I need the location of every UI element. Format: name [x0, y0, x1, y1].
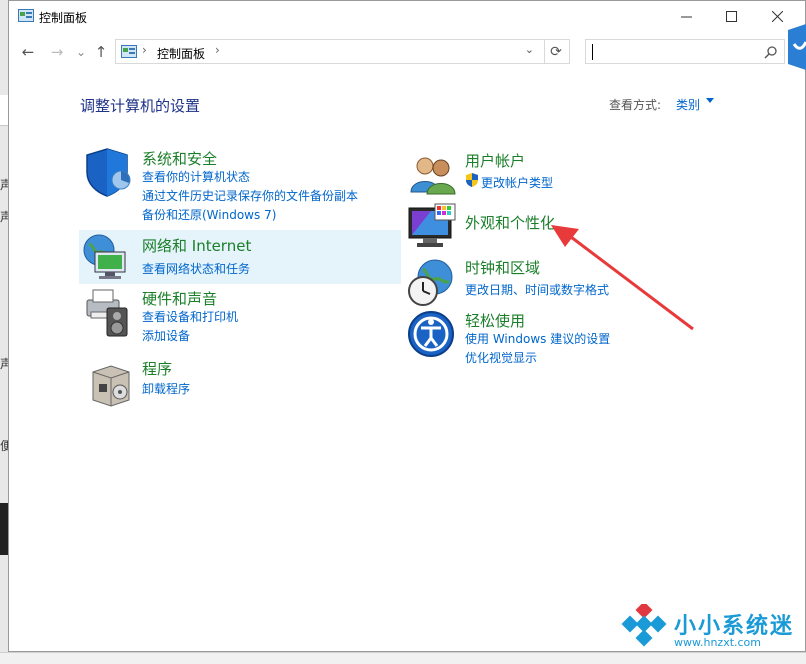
back-arrow-icon: ←: [21, 43, 35, 61]
category-hardware-sound: 硬件和声音 查看设备和打印机 添加设备: [81, 286, 401, 346]
side-app-badge-icon: [788, 24, 806, 70]
category-programs: 程序 卸载程序: [81, 356, 401, 407]
programs-box-icon[interactable]: [85, 358, 137, 410]
link-optimize-visual-display[interactable]: 优化视觉显示: [465, 349, 537, 366]
monitor-palette-icon[interactable]: [407, 202, 459, 254]
search-icon[interactable]: [764, 45, 778, 59]
category-user-accounts: 用户帐户 更改帐户类型: [405, 148, 725, 196]
watermark-logo: 小小系统迷 www.hnzxt.com: [608, 602, 798, 652]
clock-globe-icon[interactable]: [405, 257, 457, 309]
link-devices-printers[interactable]: 查看设备和打印机: [142, 308, 238, 325]
back-button[interactable]: ←: [18, 43, 38, 61]
maximize-button[interactable]: [708, 1, 754, 31]
navigation-bar: ← → ⌄ ↑ › 控制面板 › ⌄ ⟳: [9, 35, 805, 69]
refresh-icon: ⟳: [550, 43, 562, 60]
breadcrumb-separator-icon[interactable]: ›: [142, 43, 147, 57]
view-by-label: 查看方式:: [609, 98, 662, 112]
chevron-down-icon[interactable]: [706, 98, 714, 103]
uac-shield-icon: [466, 173, 478, 187]
address-bar[interactable]: › 控制面板 › ⌄: [115, 39, 545, 64]
link-network-status-tasks[interactable]: 查看网络状态和任务: [142, 260, 250, 277]
minimize-icon: [680, 16, 692, 17]
shield-icon[interactable]: [83, 146, 135, 198]
breadcrumb-separator-icon[interactable]: ›: [215, 43, 220, 57]
recent-locations-button[interactable]: ⌄: [71, 43, 91, 61]
page-heading: 调整计算机的设置: [80, 97, 201, 115]
category-title[interactable]: 硬件和声音: [142, 288, 217, 309]
category-title[interactable]: 用户帐户: [465, 150, 525, 171]
link-uninstall-program[interactable]: 卸载程序: [142, 380, 190, 397]
forward-arrow-icon: →: [50, 43, 64, 61]
ease-of-access-icon[interactable]: [407, 310, 459, 362]
category-title[interactable]: 网络和 Internet: [142, 235, 251, 256]
category-title[interactable]: 程序: [142, 358, 172, 379]
search-box[interactable]: [585, 39, 785, 64]
background-taskbar: [0, 652, 806, 664]
forward-button[interactable]: →: [47, 43, 67, 61]
category-network-internet[interactable]: 网络和 Internet 查看网络状态和任务: [79, 230, 401, 284]
text-caret: [592, 44, 593, 60]
view-by-dropdown[interactable]: 类别: [676, 96, 700, 113]
refresh-button[interactable]: ⟳: [543, 39, 570, 64]
link-file-history-backup[interactable]: 通过文件历史记录保存你的文件备份副本: [142, 187, 358, 204]
minimize-button[interactable]: [663, 1, 709, 31]
window-title: 控制面板: [39, 11, 88, 25]
printer-speaker-icon[interactable]: [81, 286, 133, 338]
up-arrow-icon: ↑: [94, 43, 108, 61]
chevron-down-icon[interactable]: ⌄: [525, 43, 534, 56]
category-title[interactable]: 轻松使用: [465, 310, 525, 331]
link-add-device[interactable]: 添加设备: [142, 327, 190, 344]
control-panel-window: 控制面板 ← → ⌄ ↑ › 控制面板 › ⌄ ⟳ 调整计算机的设置 查看方式:…: [8, 0, 806, 652]
link-view-computer-status[interactable]: 查看你的计算机状态: [142, 168, 250, 185]
users-icon[interactable]: [407, 152, 459, 204]
category-title[interactable]: 系统和安全: [142, 148, 217, 169]
watermark-diamond-icon: [621, 604, 667, 647]
chevron-down-icon: ⌄: [75, 45, 87, 59]
watermark-url: www.hnzxt.com: [674, 636, 762, 649]
network-globe-icon: [83, 234, 126, 279]
up-button[interactable]: ↑: [91, 43, 111, 61]
title-bar[interactable]: 控制面板: [9, 1, 805, 33]
breadcrumb-item-control-panel[interactable]: 控制面板: [157, 45, 205, 62]
link-backup-restore[interactable]: 备份和还原(Windows 7): [142, 206, 276, 223]
close-icon: [771, 10, 783, 22]
maximize-icon: [725, 10, 737, 22]
annotation-arrow-icon: [551, 225, 694, 331]
control-panel-icon: [121, 45, 137, 58]
category-system-security: 系统和安全 查看你的计算机状态 通过文件历史记录保存你的文件备份副本 备份和还原…: [81, 146, 401, 226]
control-panel-icon: [18, 9, 34, 22]
category-title[interactable]: 外观和个性化: [465, 212, 555, 233]
link-change-account-type[interactable]: 更改帐户类型: [481, 174, 553, 191]
category-title[interactable]: 时钟和区域: [465, 257, 540, 278]
